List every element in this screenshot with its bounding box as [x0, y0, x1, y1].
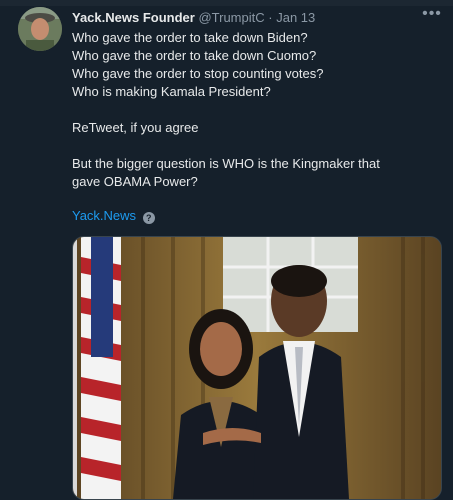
tweet-text: Who gave the order to take down Biden? W… — [72, 29, 442, 191]
link-row: Yack.News ? — [72, 208, 155, 224]
tweet-image[interactable] — [72, 236, 442, 500]
question-line: gave OBAMA Power? — [72, 174, 198, 189]
author-name[interactable]: Yack.News Founder — [72, 10, 195, 25]
tweet-line: Who gave the order to take down Biden? — [72, 30, 308, 45]
more-icon[interactable]: ••• — [420, 6, 444, 26]
tweet-line: Who gave the order to take down Cuomo? — [72, 48, 317, 63]
separator-dot: · — [268, 10, 273, 25]
avatar[interactable] — [18, 7, 62, 51]
tweet-header: Yack.News Founder @TrumpitC · Jan 13 — [72, 10, 412, 28]
help-icon[interactable]: ? — [142, 212, 155, 224]
tweet-line: Who gave the order to stop counting vote… — [72, 66, 324, 81]
photo-two-people — [73, 237, 441, 499]
previous-tweet-strip — [0, 0, 453, 6]
timestamp[interactable]: Jan 13 — [276, 10, 315, 25]
avatar-photo — [18, 7, 62, 51]
question-line: But the bigger question is WHO is the Ki… — [72, 156, 380, 171]
yack-news-link[interactable]: Yack.News — [72, 208, 136, 223]
tweet-line: Who is making Kamala President? — [72, 84, 271, 99]
author-handle[interactable]: @TrumpitC — [198, 10, 264, 25]
retweet-line: ReTweet, if you agree — [72, 120, 199, 135]
